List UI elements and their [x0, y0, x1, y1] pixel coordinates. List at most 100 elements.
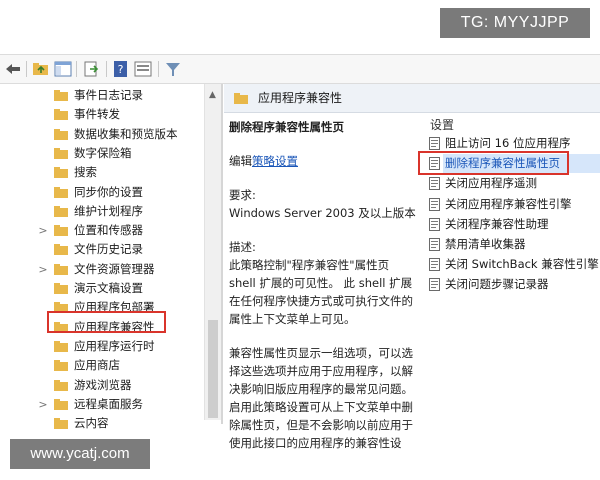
- policy-setting-icon: [429, 238, 440, 251]
- settings-header: 设置: [430, 118, 455, 132]
- tree-item-label: 演示文稿设置: [74, 281, 143, 295]
- tree-item-label: 事件转发: [74, 107, 120, 122]
- folder-icon: [54, 398, 68, 410]
- tree-item-label: 维护计划程序: [74, 203, 143, 218]
- folder-icon: [54, 109, 68, 121]
- edit-line: 编辑策略设置: [229, 152, 417, 170]
- policy-setting-icon: [429, 217, 440, 231]
- watermark-top: TG: MYYJJPP: [440, 8, 590, 38]
- pane-divider[interactable]: [221, 84, 223, 424]
- chevron-right-icon[interactable]: >: [38, 260, 48, 279]
- setting-item[interactable]: 关闭问题步骤记录器: [427, 275, 600, 294]
- setting-label: 禁用清单收集器: [445, 237, 526, 251]
- setting-label: 关闭应用程序兼容性引擎: [445, 196, 572, 211]
- setting-item[interactable]: 关闭应用程序兼容性引擎: [427, 195, 600, 214]
- folder-icon: [54, 186, 68, 198]
- tree-item[interactable]: 云内容: [0, 414, 204, 433]
- show-hide-tree-icon[interactable]: [54, 60, 72, 78]
- right-pane-header: 应用程序兼容性: [224, 84, 600, 113]
- policy-setting-icon: [429, 177, 440, 191]
- tree-item-label: 游戏浏览器: [74, 377, 132, 392]
- folder-icon: [54, 128, 68, 140]
- tree-item[interactable]: 事件日志记录: [0, 86, 204, 105]
- setting-label: 关闭应用程序遥测: [445, 176, 537, 191]
- policy-description: 删除程序兼容性属性页 编辑策略设置 要求: Windows Server 200…: [229, 118, 417, 452]
- tree-scrollbar[interactable]: ▲: [204, 84, 221, 420]
- setting-item[interactable]: 关闭 SwitchBack 兼容性引擎: [427, 255, 600, 274]
- watermark-bottom: www.ycatj.com: [10, 439, 150, 469]
- policy-setting-icon: [429, 137, 440, 150]
- tree-item[interactable]: 维护计划程序: [0, 202, 204, 221]
- tree-item-label: 云内容: [74, 416, 109, 431]
- tree-item[interactable]: 应用程序运行时: [0, 337, 204, 356]
- filter-icon[interactable]: [164, 60, 182, 78]
- folder-icon: [54, 90, 68, 101]
- tree-item[interactable]: 数字保险箱: [0, 144, 204, 163]
- folder-icon: [234, 93, 248, 104]
- tree-item-label: 事件日志记录: [74, 88, 143, 102]
- tree-item-label: 位置和传感器: [74, 223, 143, 238]
- tree-item[interactable]: > 文件资源管理器: [0, 260, 204, 279]
- setting-label: 关闭问题步骤记录器: [445, 277, 549, 292]
- setting-label: 关闭 SwitchBack 兼容性引擎: [445, 257, 599, 272]
- policy-setting-icon: [429, 258, 440, 272]
- tree-item-label: 同步你的设置: [74, 184, 143, 199]
- folder-up-icon[interactable]: [32, 60, 50, 78]
- folder-icon: [54, 360, 68, 372]
- tree-item-label: 文件历史记录: [74, 242, 143, 257]
- folder-icon: [54, 283, 68, 294]
- folder-icon: [54, 147, 68, 159]
- setting-item[interactable]: 关闭应用程序遥测: [427, 174, 600, 193]
- setting-item[interactable]: 关闭程序兼容性助理: [427, 215, 600, 234]
- view-icon[interactable]: [134, 60, 152, 78]
- tree-item[interactable]: 文件历史记录: [0, 240, 204, 259]
- folder-icon: [54, 205, 68, 217]
- tree-item-label: 远程桌面服务: [74, 396, 143, 411]
- folder-icon: [54, 225, 68, 237]
- tree-item-label: 应用程序运行时: [74, 338, 155, 353]
- policy-tree: 事件日志记录 事件转发数据收集和预览版本 数字保险箱搜索同步你的设置 维护计划程序 > 位…: [0, 84, 204, 480]
- policy-setting-icon: [429, 197, 440, 211]
- description-label: 描述:: [229, 240, 256, 254]
- tree-item[interactable]: 同步你的设置: [0, 183, 204, 202]
- setting-selection-highlight: [418, 151, 569, 175]
- setting-label: 关闭程序兼容性助理: [445, 216, 549, 231]
- tree-item-label: 应用商店: [74, 358, 120, 373]
- setting-item[interactable]: 禁用清单收集器: [427, 235, 600, 254]
- tree-item[interactable]: > 位置和传感器: [0, 221, 204, 240]
- scroll-up-icon[interactable]: ▲: [209, 90, 216, 100]
- description-body: 此策略控制"程序兼容性"属性页 shell 扩展的可见性。 此 shell 扩展…: [229, 258, 413, 326]
- folder-icon: [54, 263, 68, 275]
- tree-item[interactable]: 应用商店: [0, 356, 204, 375]
- chevron-right-icon[interactable]: >: [38, 221, 48, 240]
- tree-item[interactable]: 事件转发: [0, 105, 204, 124]
- svg-text:?: ?: [118, 63, 124, 76]
- folder-icon: [54, 418, 68, 430]
- export-list-icon[interactable]: [82, 60, 100, 78]
- policy-title: 删除程序兼容性属性页: [229, 120, 344, 134]
- folder-icon: [54, 167, 68, 179]
- back-arrow-icon[interactable]: [4, 60, 22, 78]
- description-body-2: 兼容性属性页显示一组选项，可以选择这些选项并应用于应用程序，以解决影响旧版应用程…: [229, 346, 413, 450]
- tree-item[interactable]: 游戏浏览器: [0, 376, 204, 395]
- tree-item-label: 文件资源管理器: [74, 261, 155, 276]
- requirements-label: 要求:: [229, 188, 256, 202]
- folder-icon: [54, 340, 68, 352]
- folder-icon: [54, 379, 68, 391]
- folder-icon: [54, 244, 68, 256]
- chevron-right-icon[interactable]: >: [38, 395, 48, 414]
- scrollbar-thumb[interactable]: [208, 320, 218, 418]
- tree-item-label: 数据收集和预览版本: [74, 126, 178, 141]
- tree-item[interactable]: 演示文稿设置: [0, 279, 204, 298]
- policy-setting-icon: [429, 278, 440, 292]
- edit-prefix: 编辑: [229, 154, 252, 168]
- help-icon[interactable]: ?: [112, 60, 130, 78]
- tree-item-label: 数字保险箱: [74, 145, 132, 160]
- tree-item[interactable]: > 远程桌面服务: [0, 395, 204, 414]
- tree-item[interactable]: 搜索: [0, 163, 204, 182]
- tree-selection-highlight: [47, 311, 166, 333]
- tree-item[interactable]: 数据收集和预览版本: [0, 125, 204, 144]
- toolbar: ?: [0, 54, 600, 84]
- edit-policy-link[interactable]: 策略设置: [252, 154, 298, 168]
- right-pane-title: 应用程序兼容性: [258, 91, 343, 105]
